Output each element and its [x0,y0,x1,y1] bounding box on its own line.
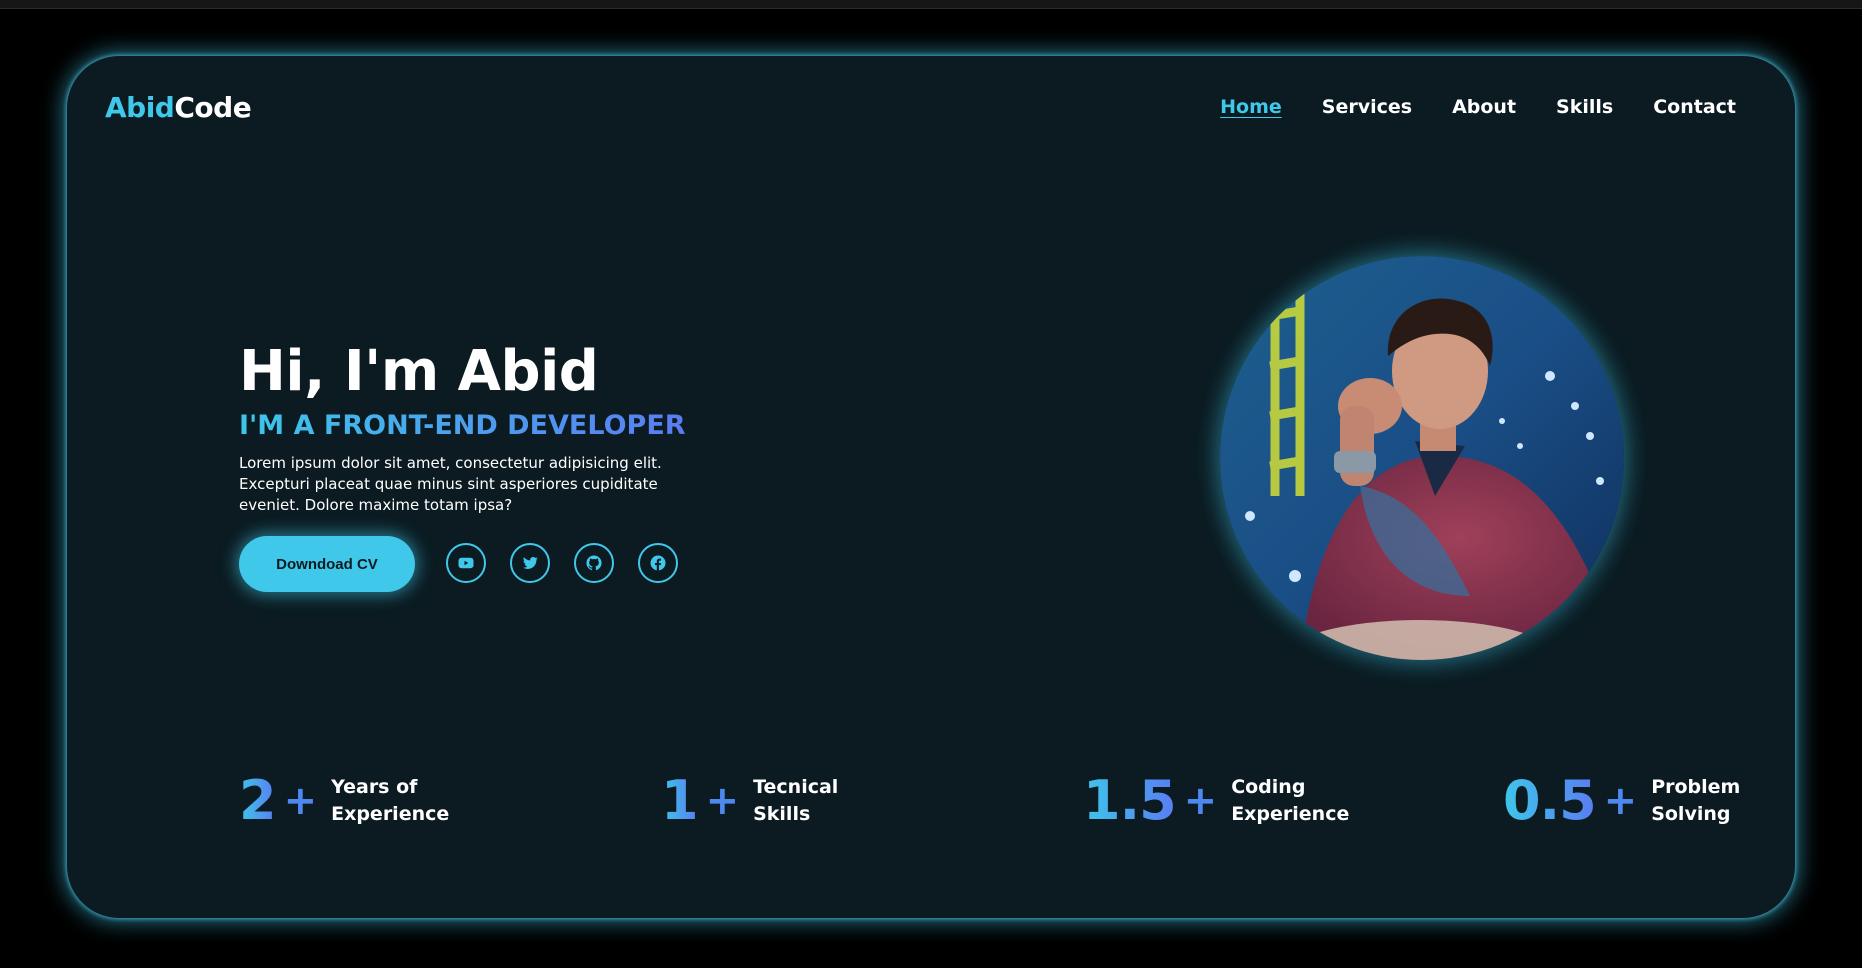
browser-top-bar [0,0,1862,9]
hero-subtitle: I'M A FRONT-END DEVELOPER [239,410,686,441]
stat-label-line1: Tecnical [753,775,839,798]
hero-card: AbidCode Home Services About Skills Cont… [67,56,1795,918]
logo-part-code: Code [174,91,252,124]
stat-plus: + [1603,777,1638,824]
logo-part-abid: Abid [105,91,175,124]
stat-label: Coding Experience [1231,774,1349,828]
facebook-icon [650,555,666,571]
stat-value: 2 [239,769,277,832]
social-links [446,543,678,583]
stat-label: Tecnical Skills [753,774,838,828]
stat-value: 1.5 [1083,769,1177,832]
nav-home[interactable]: Home [1220,96,1282,118]
nav-about[interactable]: About [1452,96,1516,118]
github-link[interactable] [574,543,614,583]
stat-label-line1: Years of [331,775,418,798]
github-icon [586,555,602,571]
stat-plus: + [1183,777,1218,824]
stat-experience: 2 + Years of Experience [239,769,449,832]
hero-description: Lorem ipsum dolor sit amet, consectetur … [239,454,662,514]
stat-label-line1: Problem [1651,775,1741,798]
nav-services[interactable]: Services [1322,96,1412,118]
stat-label-line2: Skills [753,802,811,825]
stat-value: 0.5 [1503,769,1597,832]
twitter-icon [522,557,538,570]
stat-problem-solving: 0.5 + Problem Solving [1503,769,1740,832]
nav-contact[interactable]: Contact [1653,96,1736,118]
download-cv-button[interactable]: Downdoad CV [239,536,415,592]
profile-photo [1220,256,1624,660]
stat-plus: + [283,777,318,824]
portrait-illustration [1220,256,1624,660]
stat-plus: + [705,777,740,824]
main-nav: Home Services About Skills Contact [1220,96,1736,118]
stat-label: Problem Solving [1651,774,1740,828]
nav-skills[interactable]: Skills [1556,96,1613,118]
stat-label-line2: Experience [1231,802,1350,825]
stat-technical-skills: 1 + Tecnical Skills [661,769,838,832]
stat-coding-experience: 1.5 + Coding Experience [1083,769,1349,832]
youtube-icon [458,557,474,569]
stat-label-line2: Experience [331,802,450,825]
stat-value: 1 [661,769,699,832]
stat-label: Years of Experience [331,774,449,828]
facebook-link[interactable] [638,543,678,583]
stat-label-line2: Solving [1651,802,1731,825]
hero-title: Hi, I'm Abid [239,339,599,404]
youtube-link[interactable] [446,543,486,583]
twitter-link[interactable] [510,543,550,583]
logo[interactable]: AbidCode [105,91,252,124]
stat-label-line1: Coding [1231,775,1306,798]
